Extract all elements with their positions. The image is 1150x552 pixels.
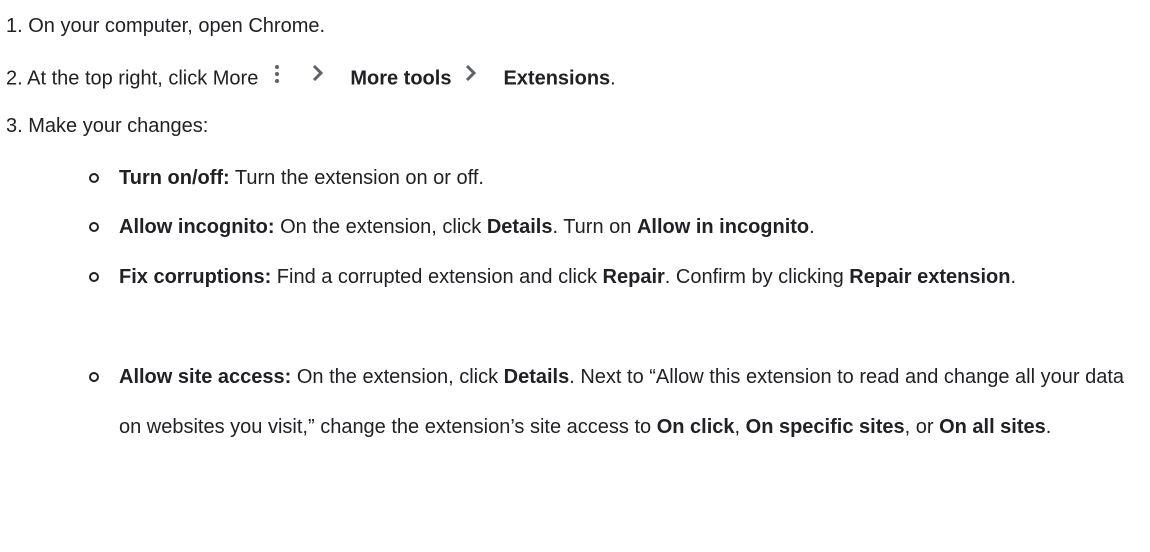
step-2: 2. At the top right, click More More tool… [6,64,616,94]
extensions-label: Extensions [503,67,611,90]
list-item-text: . Confirm by clicking [664,266,850,288]
list-item-text: Find a corrupted extension and click [271,266,603,288]
list-item-term: Turn on/off: [119,167,230,189]
repair-extension-label: Repair extension [849,266,1011,288]
list-item-term: Allow site access: [119,366,292,388]
list-item-fix-corruptions: Fix corruptions: Find a corrupted extens… [89,252,1144,302]
more-vert-icon [262,59,292,89]
step-2-prefix: 2. At the top right, click More [6,67,259,90]
list-item-allow-incognito: Allow incognito: On the extension, click… [89,215,1144,239]
list-item-turn-on-off: Turn on/off: Turn the extension on or of… [89,166,1144,190]
list-item-text: . [1010,266,1017,288]
list-item-text: . Turn on [552,216,637,238]
list-item-text: Turn the extension on or off. [229,167,484,189]
bullet-icon [89,222,99,232]
list-item-text: On the extension, click [274,216,487,238]
on-specific-sites-label: On specific sites [745,416,905,438]
step-3-text: 3. Make your changes: [6,115,209,137]
list-item-allow-site-access: Allow site access: On the extension, cli… [89,352,1144,452]
more-tools-label: More tools [350,67,452,90]
list-item-text: , or [904,416,940,438]
details-label: Details [486,216,553,238]
step-3: 3. Make your changes: [6,114,208,138]
help-article: 1. On your computer, open Chrome. 2. At … [0,0,1150,552]
step-1-text: 1. On your computer, open Chrome. [6,15,326,37]
list-item-text: . [809,216,815,238]
list-item-text: , [734,416,746,438]
repair-label: Repair [602,266,665,288]
step-1: 1. On your computer, open Chrome. [6,14,325,38]
list-item-term: Fix corruptions: [119,266,272,288]
list-item-text: . [1045,416,1052,438]
list-item-text: On the extension, click [291,366,504,388]
list-item-term: Allow incognito: [119,216,275,238]
details-label: Details [503,366,570,388]
chevron-right-icon [308,58,328,88]
bullet-icon [89,272,99,282]
on-all-sites-label: On all sites [939,416,1046,438]
chevron-right-icon [461,58,481,88]
allow-in-incognito-label: Allow in incognito [636,216,810,238]
bullet-icon [89,372,99,382]
on-click-label: On click [656,416,735,438]
bullet-icon [89,173,99,183]
step-2-period: . [610,67,616,90]
